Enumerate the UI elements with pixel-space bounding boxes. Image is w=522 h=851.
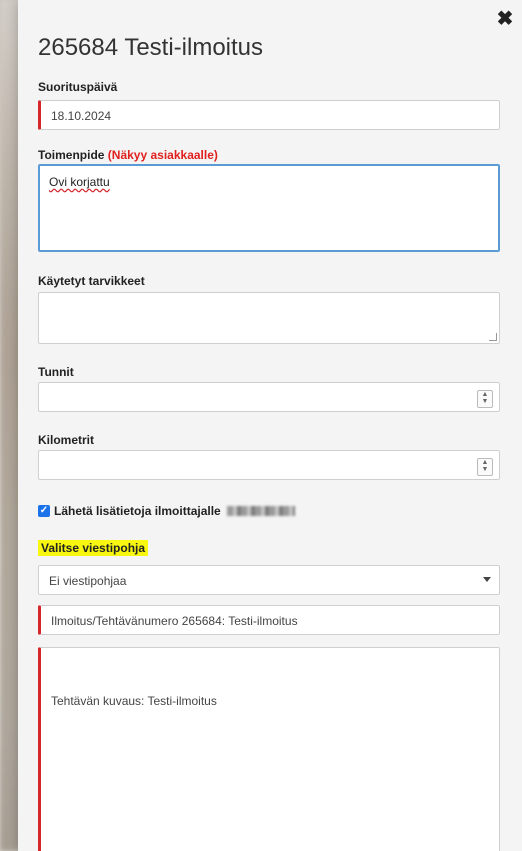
chevron-down-icon: [483, 577, 491, 582]
send-info-row: ✓ Lähetä lisätietoja ilmoittajalle: [38, 504, 295, 518]
template-label: Valitse viestipohja: [38, 540, 149, 556]
task-completion-modal: ✖ 265684 Testi-ilmoitus Suorituspäivä 18…: [18, 0, 522, 851]
modal-title: 265684 Testi-ilmoitus: [38, 34, 264, 61]
action-value: Ovi korjattu: [49, 175, 110, 189]
date-label: Suorituspäivä: [38, 80, 118, 94]
materials-textarea[interactable]: [38, 292, 500, 344]
action-visibility-note: (Näkyy asiakkaalle): [107, 148, 218, 162]
redacted-recipient: [226, 506, 295, 516]
km-input[interactable]: ▲ ▼: [38, 450, 500, 480]
checkmark-icon: ✓: [39, 505, 49, 516]
message-textarea[interactable]: Tehtävän kuvaus: Testi-ilmoitus: [38, 647, 500, 851]
spinner-arrows-icon[interactable]: ▲ ▼: [477, 458, 493, 476]
subject-input[interactable]: Ilmoitus/Tehtävänumero 265684: Testi-ilm…: [38, 605, 500, 635]
action-textarea[interactable]: Ovi korjattu: [38, 164, 500, 252]
hours-label: Tunnit: [38, 365, 74, 379]
send-info-label[interactable]: Lähetä lisätietoja ilmoittajalle: [54, 504, 221, 518]
send-info-checkbox[interactable]: ✓: [38, 505, 50, 517]
template-selected: Ei viestipohjaa: [49, 574, 127, 588]
materials-label: Käytetyt tarvikkeet: [38, 274, 145, 288]
spinner-arrows-icon[interactable]: ▲ ▼: [477, 390, 493, 408]
action-label-text: Toimenpide: [38, 148, 105, 162]
template-select[interactable]: Ei viestipohjaa: [38, 565, 500, 595]
date-value: 18.10.2024: [51, 109, 112, 123]
resize-handle-icon[interactable]: [489, 333, 497, 341]
date-field[interactable]: 18.10.2024: [38, 100, 500, 130]
hours-input[interactable]: ▲ ▼: [38, 382, 500, 412]
message-value: Tehtävän kuvaus: Testi-ilmoitus: [51, 694, 217, 708]
km-label: Kilometrit: [38, 433, 95, 447]
subject-value: Ilmoitus/Tehtävänumero 265684: Testi-ilm…: [51, 614, 298, 628]
close-icon[interactable]: ✖: [496, 9, 514, 29]
action-label: Toimenpide (Näkyy asiakkaalle): [38, 148, 218, 162]
